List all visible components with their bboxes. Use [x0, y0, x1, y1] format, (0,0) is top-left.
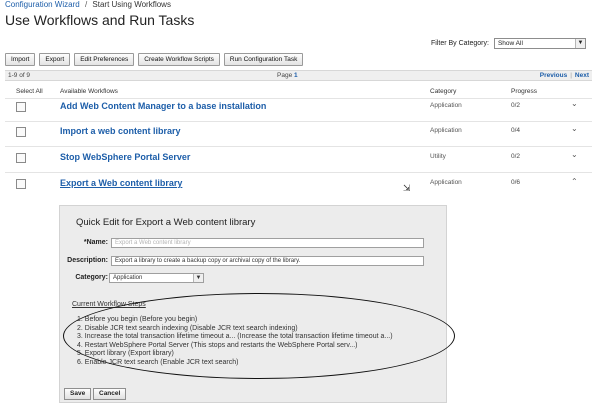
workflow-step: 4. Restart WebSphere Portal Server (This… [77, 341, 358, 349]
workflow-step: 6. Enable JCR text search (Enable JCR te… [77, 358, 239, 366]
quick-edit-panel: Quick Edit for Export a Web content libr… [59, 205, 447, 403]
description-field[interactable]: Export a library to create a backup copy… [111, 256, 424, 266]
filter-label: Filter By Category: [431, 40, 489, 47]
header-divider [5, 98, 592, 99]
create-workflow-scripts-button[interactable]: Create Workflow Scripts [138, 53, 220, 66]
workflow-title-link[interactable]: Stop WebSphere Portal Server [60, 152, 190, 162]
toolbar: Import Export Edit Preferences Create Wo… [5, 53, 304, 66]
row-checkbox[interactable] [16, 102, 26, 112]
row-checkbox[interactable] [16, 179, 26, 189]
breadcrumb-configuration-wizard[interactable]: Configuration Wizard [5, 0, 80, 9]
save-button[interactable]: Save [64, 388, 92, 400]
category-filter: Filter By Category: Show All ▼ [431, 38, 586, 49]
run-configuration-task-button[interactable]: Run Configuration Task [223, 53, 304, 66]
previous-link[interactable]: Previous [540, 72, 567, 79]
workflow-progress: 0/2 [511, 153, 521, 160]
header-available-workflows: Available Workflows [60, 88, 118, 95]
category-label: Category: [75, 274, 108, 281]
breadcrumb: Configuration Wizard / Start Using Workf… [5, 0, 171, 9]
import-button[interactable]: Import [5, 53, 36, 66]
row-checkbox[interactable] [16, 153, 26, 163]
header-progress: Progress [511, 88, 538, 95]
pager-separator: | [570, 72, 572, 79]
row-divider [5, 121, 592, 122]
name-field[interactable]: Export a Web content library [111, 238, 424, 248]
description-label: Description: [67, 257, 108, 264]
workflow-category: Application [430, 102, 462, 109]
pager-nav: Previous | Next [540, 71, 589, 80]
chevron-down-icon[interactable]: ⌄ [571, 124, 578, 133]
pager-page: Page 1 [277, 71, 298, 80]
workflow-step: 3. Increase the total transaction lifeti… [77, 333, 393, 341]
breadcrumb-separator: / [84, 0, 88, 9]
chevron-down-icon[interactable]: ⌄ [571, 99, 578, 108]
workflow-step: 2. Disable JCR text search indexing (Dis… [77, 324, 298, 332]
workflow-title-link[interactable]: Add Web Content Manager to a base instal… [60, 101, 266, 111]
edit-preferences-button[interactable]: Edit Preferences [74, 53, 135, 66]
page-title: Use Workflows and Run Tasks [5, 12, 195, 28]
category-selected-value: Application [113, 275, 143, 281]
quick-edit-title: Quick Edit for Export a Web content libr… [76, 217, 256, 228]
workflow-title-link[interactable]: Export a Web content library [60, 178, 182, 188]
move-cursor-icon: ⇲ [403, 183, 411, 193]
name-label: *Name: [83, 239, 108, 246]
workflow-title-link[interactable]: Import a web content library [60, 126, 181, 136]
workflow-step: 1. Before you begin (Before you begin) [77, 316, 198, 323]
breadcrumb-current: Start Using Workflows [92, 0, 171, 9]
workflow-category: Application [430, 179, 462, 186]
chevron-up-icon[interactable]: ⌃ [571, 177, 578, 186]
row-checkbox[interactable] [16, 127, 26, 137]
chevron-down-icon: ▼ [574, 39, 585, 48]
pager: 1-9 of 9 Page 1 Previous | Next [5, 70, 592, 81]
category-select[interactable]: Application ▼ [109, 273, 204, 283]
workflow-progress: 0/6 [511, 179, 521, 186]
cancel-button[interactable]: Cancel [93, 388, 127, 400]
workflow-step: 5. Export library (Export library) [77, 350, 174, 358]
chevron-down-icon: ▼ [193, 274, 203, 282]
row-divider [5, 146, 592, 147]
select-all-link[interactable]: Select All [16, 88, 43, 95]
header-category: Category [430, 88, 457, 95]
row-divider [5, 172, 592, 173]
category-filter-select[interactable]: Show All ▼ [493, 38, 586, 49]
workflow-steps-title: Current Workflow Steps [72, 301, 146, 308]
chevron-down-icon[interactable]: ⌄ [571, 150, 578, 159]
next-link[interactable]: Next [575, 72, 589, 79]
workflow-progress: 0/4 [511, 127, 521, 134]
workflow-steps-list: 1. Before you begin (Before you begin) 2… [77, 316, 393, 368]
filter-selected-value: Show All [497, 40, 523, 47]
pager-page-label: Page [277, 72, 293, 79]
export-button[interactable]: Export [39, 53, 71, 66]
workflow-category: Utility [430, 153, 446, 160]
workflow-category: Application [430, 127, 462, 134]
pager-count: 1-9 of 9 [8, 72, 31, 79]
workflow-progress: 0/2 [511, 102, 521, 109]
pager-page-number: 1 [294, 72, 298, 79]
